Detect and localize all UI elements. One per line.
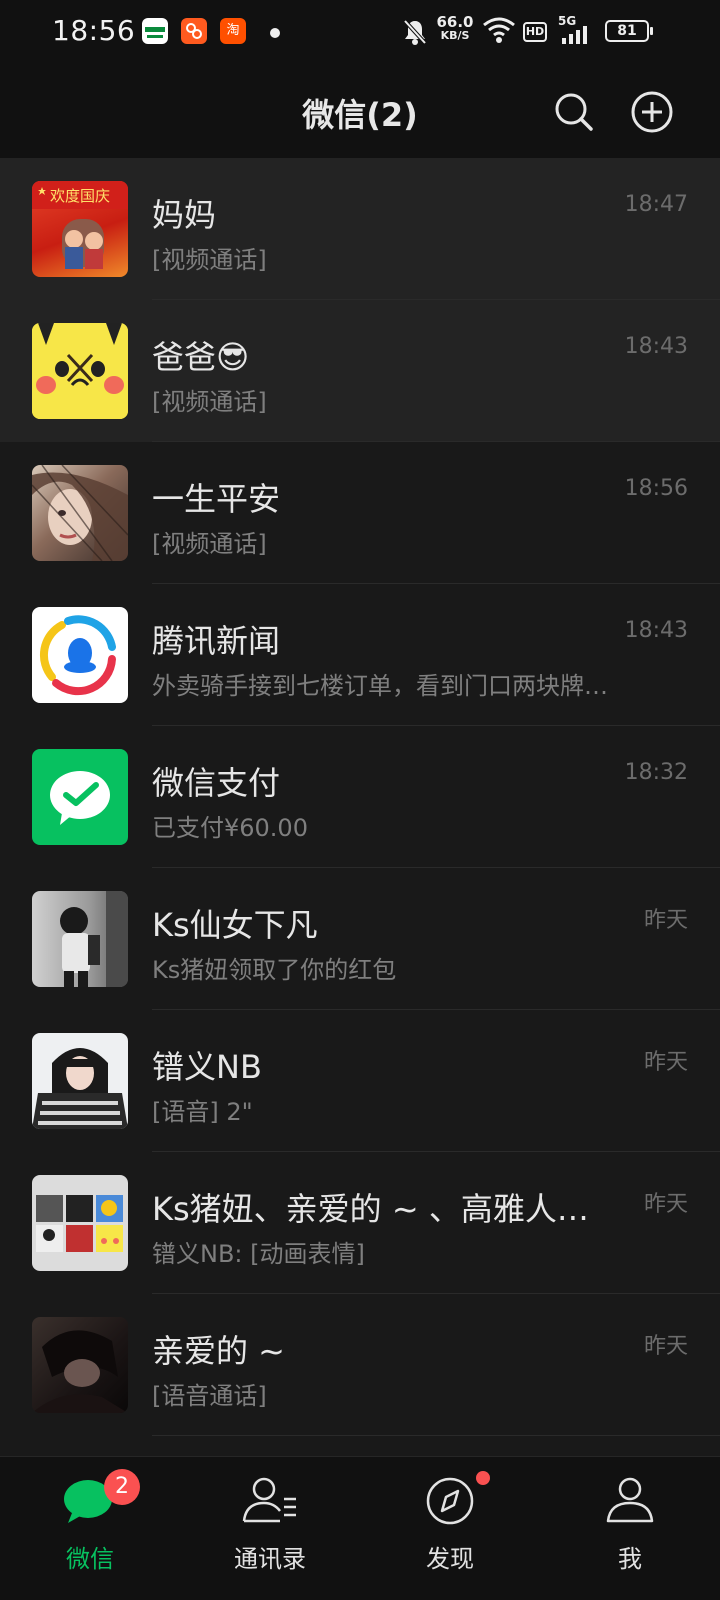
tab-chats[interactable]: 2 微信: [0, 1469, 180, 1589]
chat-list: 欢度国庆 妈妈 [视频通话] 18:47 爸爸😎 [视频通话] 18:43 一生…: [0, 158, 720, 1436]
avatar: [32, 749, 128, 845]
chat-preview: 已支付¥60.00: [152, 814, 308, 842]
tab-label: 发现: [426, 1545, 474, 1573]
chat-row[interactable]: Ks猪妞、亲爱的 ~ 、高雅人… 镨义NB: [动画表情] 昨天: [0, 1152, 720, 1294]
taobao-icon: 淘: [220, 18, 246, 44]
search-icon: [555, 93, 593, 131]
chat-row[interactable]: 镨义NB [语音] 2" 昨天: [0, 1010, 720, 1152]
tab-me[interactable]: 我: [540, 1469, 720, 1589]
tencent-news-logo: [39, 615, 116, 696]
notification-dot: [270, 28, 280, 38]
chat-row[interactable]: 腾讯新闻 外卖骑手接到七楼订单，看到门口两块牌… 18:43: [0, 584, 720, 726]
chat-row[interactable]: 亲爱的 ~ [语音通话] 昨天: [0, 1294, 720, 1436]
bottom-tab-bar: 2 微信 通讯录 发现 我: [0, 1456, 720, 1600]
chat-row[interactable]: 爸爸😎 [视频通话] 18:43: [0, 300, 720, 442]
notification-dot: [476, 1471, 490, 1485]
status-bar: 18:56 淘 66.0 KB/S HD 5G 81: [0, 0, 720, 64]
chat-row[interactable]: Ks仙女下凡 Ks猪妞领取了你的红包 昨天: [0, 868, 720, 1010]
chat-preview: 外卖骑手接到七楼订单，看到门口两块牌…: [152, 672, 608, 700]
chat-row[interactable]: 欢度国庆 妈妈 [视频通话] 18:47: [0, 158, 720, 300]
avatar: [32, 1317, 128, 1413]
chat-preview: [语音] 2": [152, 1098, 253, 1126]
oppo-icon: [142, 18, 168, 44]
avatar: [32, 1033, 128, 1129]
tab-contacts[interactable]: 通讯录: [180, 1469, 360, 1589]
chat-time: 18:43: [624, 334, 688, 359]
hd-indicator: HD: [523, 22, 547, 42]
chat-name: 亲爱的 ~: [152, 1332, 285, 1370]
avatar: [32, 607, 128, 703]
chat-time: 昨天: [643, 908, 688, 933]
chat-row[interactable]: 微信支付 已支付¥60.00 18:32: [0, 726, 720, 868]
tab-discover[interactable]: 发现: [360, 1469, 540, 1589]
mute-bell-icon: [403, 19, 427, 45]
wifi-icon: [483, 17, 515, 43]
avatar: [32, 323, 128, 419]
chat-preview: [视频通话]: [152, 530, 267, 558]
chat-time: 18:56: [624, 476, 688, 501]
chat-preview: [视频通话]: [152, 388, 267, 416]
app-icon: [181, 18, 207, 44]
wechat-pay-logo: [50, 771, 110, 825]
person-icon: [606, 1477, 654, 1523]
chat-row[interactable]: 一生平安 [视频通话] 18:56: [0, 442, 720, 584]
tab-label: 我: [618, 1545, 642, 1573]
chat-time: 18:32: [624, 760, 688, 785]
contacts-icon: [242, 1477, 296, 1523]
divider: [152, 1435, 720, 1436]
app-header: 微信(2): [0, 64, 720, 158]
avatar: [32, 465, 128, 561]
battery-indicator: 81: [605, 20, 653, 42]
search-button[interactable]: [550, 88, 598, 136]
chat-time: 昨天: [643, 1192, 688, 1217]
chat-time: 18:43: [624, 618, 688, 643]
chat-name: 一生平安: [152, 480, 281, 518]
avatar: 欢度国庆: [32, 181, 128, 277]
tab-label: 通讯录: [234, 1545, 306, 1573]
status-time: 18:56: [52, 14, 136, 47]
unread-badge: 2: [104, 1469, 140, 1505]
chat-preview: [视频通话]: [152, 246, 267, 274]
chat-time: 昨天: [643, 1334, 688, 1359]
chat-preview: Ks猪妞领取了你的红包: [152, 956, 397, 984]
net-speed: 66.0 KB/S: [432, 14, 478, 42]
avatar: [32, 891, 128, 987]
plus-circle-icon: [631, 91, 673, 133]
chat-name: 妈妈: [152, 196, 217, 234]
signal-icon: [562, 26, 587, 44]
chat-preview: 镨义NB: [动画表情]: [152, 1240, 365, 1268]
chat-name: Ks猪妞、亲爱的 ~ 、高雅人…: [152, 1190, 589, 1228]
chat-preview: [语音通话]: [152, 1382, 267, 1410]
group-avatar: [32, 1175, 128, 1271]
chat-name: 腾讯新闻: [152, 622, 281, 660]
chat-time: 18:47: [624, 192, 688, 217]
net-speed-value: 66.0: [436, 13, 474, 31]
add-button[interactable]: [628, 88, 676, 136]
chat-name: 镨义NB: [152, 1048, 262, 1086]
chat-name: 爸爸😎: [152, 338, 250, 376]
chat-name: Ks仙女下凡: [152, 906, 318, 944]
net-speed-unit: KB/S: [440, 29, 470, 42]
tab-label: 微信: [66, 1545, 114, 1573]
page-title: 微信(2): [302, 96, 418, 134]
compass-icon: [426, 1477, 474, 1525]
chat-time: 昨天: [643, 1050, 688, 1075]
chat-name: 微信支付: [152, 764, 281, 802]
svg-text:欢度国庆: 欢度国庆: [50, 187, 110, 205]
